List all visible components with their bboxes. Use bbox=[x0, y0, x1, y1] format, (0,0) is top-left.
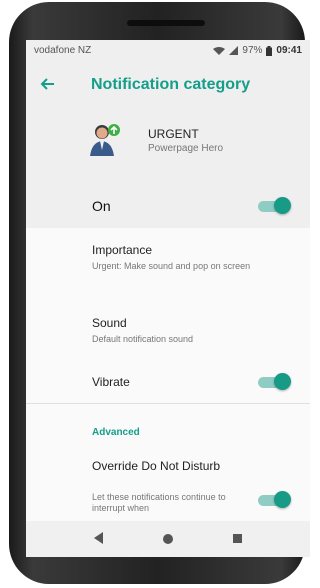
category-name: URGENT bbox=[148, 127, 199, 141]
category-header: URGENT Powerpage Hero On bbox=[26, 106, 310, 228]
status-icons: 97% 09:41 bbox=[213, 45, 302, 56]
status-bar: vodafone NZ 97% 09:41 bbox=[26, 40, 310, 62]
signal-icon bbox=[229, 46, 239, 55]
app-bar: Notification category bbox=[26, 62, 310, 106]
sound-title: Sound bbox=[92, 316, 127, 330]
divider bbox=[26, 403, 310, 404]
importance-title: Importance bbox=[92, 243, 153, 257]
speaker-grille bbox=[127, 20, 205, 26]
override-desc: Let these notifications continue to inte… bbox=[92, 492, 226, 513]
page-title: Notification category bbox=[91, 76, 251, 93]
sound-value: Default notification sound bbox=[92, 334, 194, 344]
back-arrow-icon[interactable] bbox=[38, 75, 56, 93]
vibrate-toggle-thumb bbox=[274, 373, 291, 390]
nav-recent-icon[interactable] bbox=[233, 534, 242, 543]
nav-back-icon[interactable] bbox=[94, 532, 103, 544]
on-toggle[interactable] bbox=[258, 197, 291, 214]
battery-icon bbox=[266, 45, 273, 56]
override-title: Override Do Not Disturb bbox=[92, 459, 221, 473]
override-toggle-thumb bbox=[274, 491, 291, 508]
screen: vodafone NZ 97% 09:41 Notification categ… bbox=[26, 40, 310, 557]
app-name: Powerpage Hero bbox=[148, 143, 224, 154]
vibrate-toggle[interactable] bbox=[258, 373, 291, 390]
on-label: On bbox=[92, 198, 111, 214]
on-toggle-thumb bbox=[274, 197, 291, 214]
carrier-label: vodafone NZ bbox=[34, 45, 92, 56]
nav-home-icon[interactable] bbox=[163, 534, 173, 544]
wifi-icon bbox=[213, 47, 226, 55]
vibrate-title: Vibrate bbox=[92, 375, 130, 389]
clock: 09:41 bbox=[276, 45, 302, 56]
section-advanced: Advanced bbox=[92, 427, 140, 438]
importance-value: Urgent: Make sound and pop on screen bbox=[92, 261, 251, 271]
battery-percent: 97% bbox=[242, 45, 263, 56]
override-toggle[interactable] bbox=[258, 491, 291, 508]
nav-bar bbox=[26, 521, 310, 557]
app-icon bbox=[90, 124, 120, 156]
